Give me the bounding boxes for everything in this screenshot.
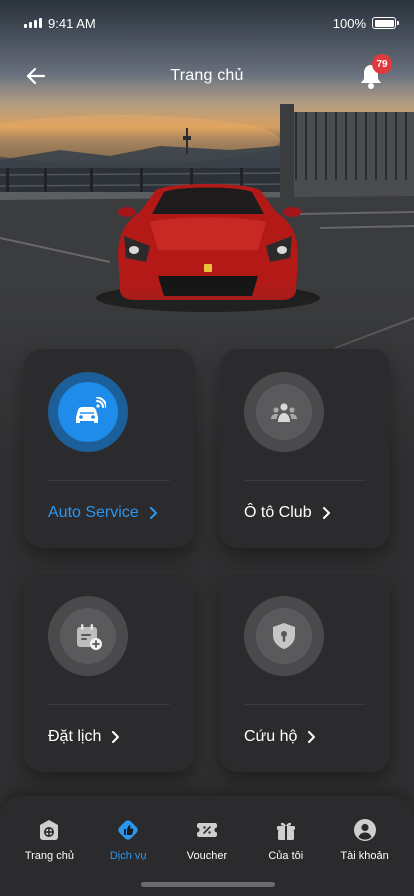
service-card-label: Auto Service	[48, 504, 157, 522]
calendar-add-icon	[77, 624, 102, 650]
gift-box-icon	[276, 822, 295, 840]
service-thumb-icon	[118, 820, 138, 840]
service-label-text: Đặt lịch	[48, 728, 102, 745]
nav-label: Voucher	[186, 850, 228, 862]
nav-label: Của tôi	[268, 850, 304, 862]
nav-label: Tài khoản	[340, 850, 389, 862]
account-icon	[353, 819, 376, 841]
status-bar: 9:41 AM 100%	[0, 0, 414, 46]
nav-item-tai-khoan[interactable]: Tài khoản	[327, 818, 403, 862]
service-icon-wrapper	[48, 372, 128, 452]
service-icon-wrapper	[244, 372, 324, 452]
battery-percentage: 100%	[332, 15, 366, 31]
status-left: 9:41 AM	[24, 16, 96, 31]
chevron-right-icon	[149, 507, 157, 519]
service-card-cuu-ho[interactable]: Cứu hộ	[220, 572, 390, 772]
service-card-oto-club[interactable]: Ô tô Club	[220, 348, 390, 548]
service-card-label: Đặt lịch	[48, 728, 120, 746]
group-people-icon	[271, 403, 297, 422]
chevron-right-icon	[112, 731, 120, 743]
service-label-text: Ô tô Club	[244, 504, 312, 521]
service-icon-wrapper	[244, 596, 324, 676]
signal-icon	[24, 18, 42, 28]
service-label-text: Auto Service	[48, 504, 139, 521]
home-icon	[40, 820, 59, 840]
card-divider	[244, 480, 366, 481]
shield-lock-icon	[273, 623, 295, 649]
service-label-text: Cứu hộ	[244, 728, 298, 745]
app-bar: Trang chủ 79	[0, 54, 414, 96]
notification-badge: 79	[372, 54, 392, 74]
service-grid: Auto Service Ô tô Club Đặt lịch Cứu hộ	[24, 348, 390, 772]
back-button[interactable]	[24, 64, 48, 88]
nav-label: Trang chủ	[24, 850, 74, 862]
chevron-right-icon	[308, 731, 316, 743]
status-right: 100%	[332, 15, 399, 31]
nav-item-trang-chu[interactable]: Trang chủ	[11, 818, 87, 862]
card-divider	[48, 704, 170, 705]
voucher-icon	[196, 823, 217, 837]
service-icon-wrapper	[48, 596, 128, 676]
nav-item-voucher[interactable]: Voucher	[169, 818, 245, 862]
service-card-auto-service[interactable]: Auto Service	[24, 348, 194, 548]
arrow-left-icon	[26, 67, 46, 85]
service-card-label: Ô tô Club	[244, 504, 330, 522]
nav-item-cua-toi[interactable]: Của tôi	[248, 818, 324, 862]
service-card-label: Cứu hộ	[244, 728, 316, 746]
nav-item-dich-vu[interactable]: Dịch vụ	[90, 818, 166, 862]
page-title: Trang chủ	[170, 67, 244, 84]
battery-icon	[372, 17, 399, 29]
status-time: 9:41 AM	[48, 15, 96, 31]
card-divider	[244, 704, 366, 705]
home-indicator	[141, 882, 275, 887]
card-divider	[48, 480, 170, 481]
bottom-navigation: Trang chủ Dịch vụ Voucher Của tôi Tài kh…	[0, 796, 414, 896]
car-wifi-icon	[76, 397, 106, 423]
chevron-right-icon	[322, 507, 330, 519]
notification-button[interactable]: 79	[358, 54, 392, 90]
service-card-dat-lich[interactable]: Đặt lịch	[24, 572, 194, 772]
nav-label: Dịch vụ	[109, 850, 147, 862]
